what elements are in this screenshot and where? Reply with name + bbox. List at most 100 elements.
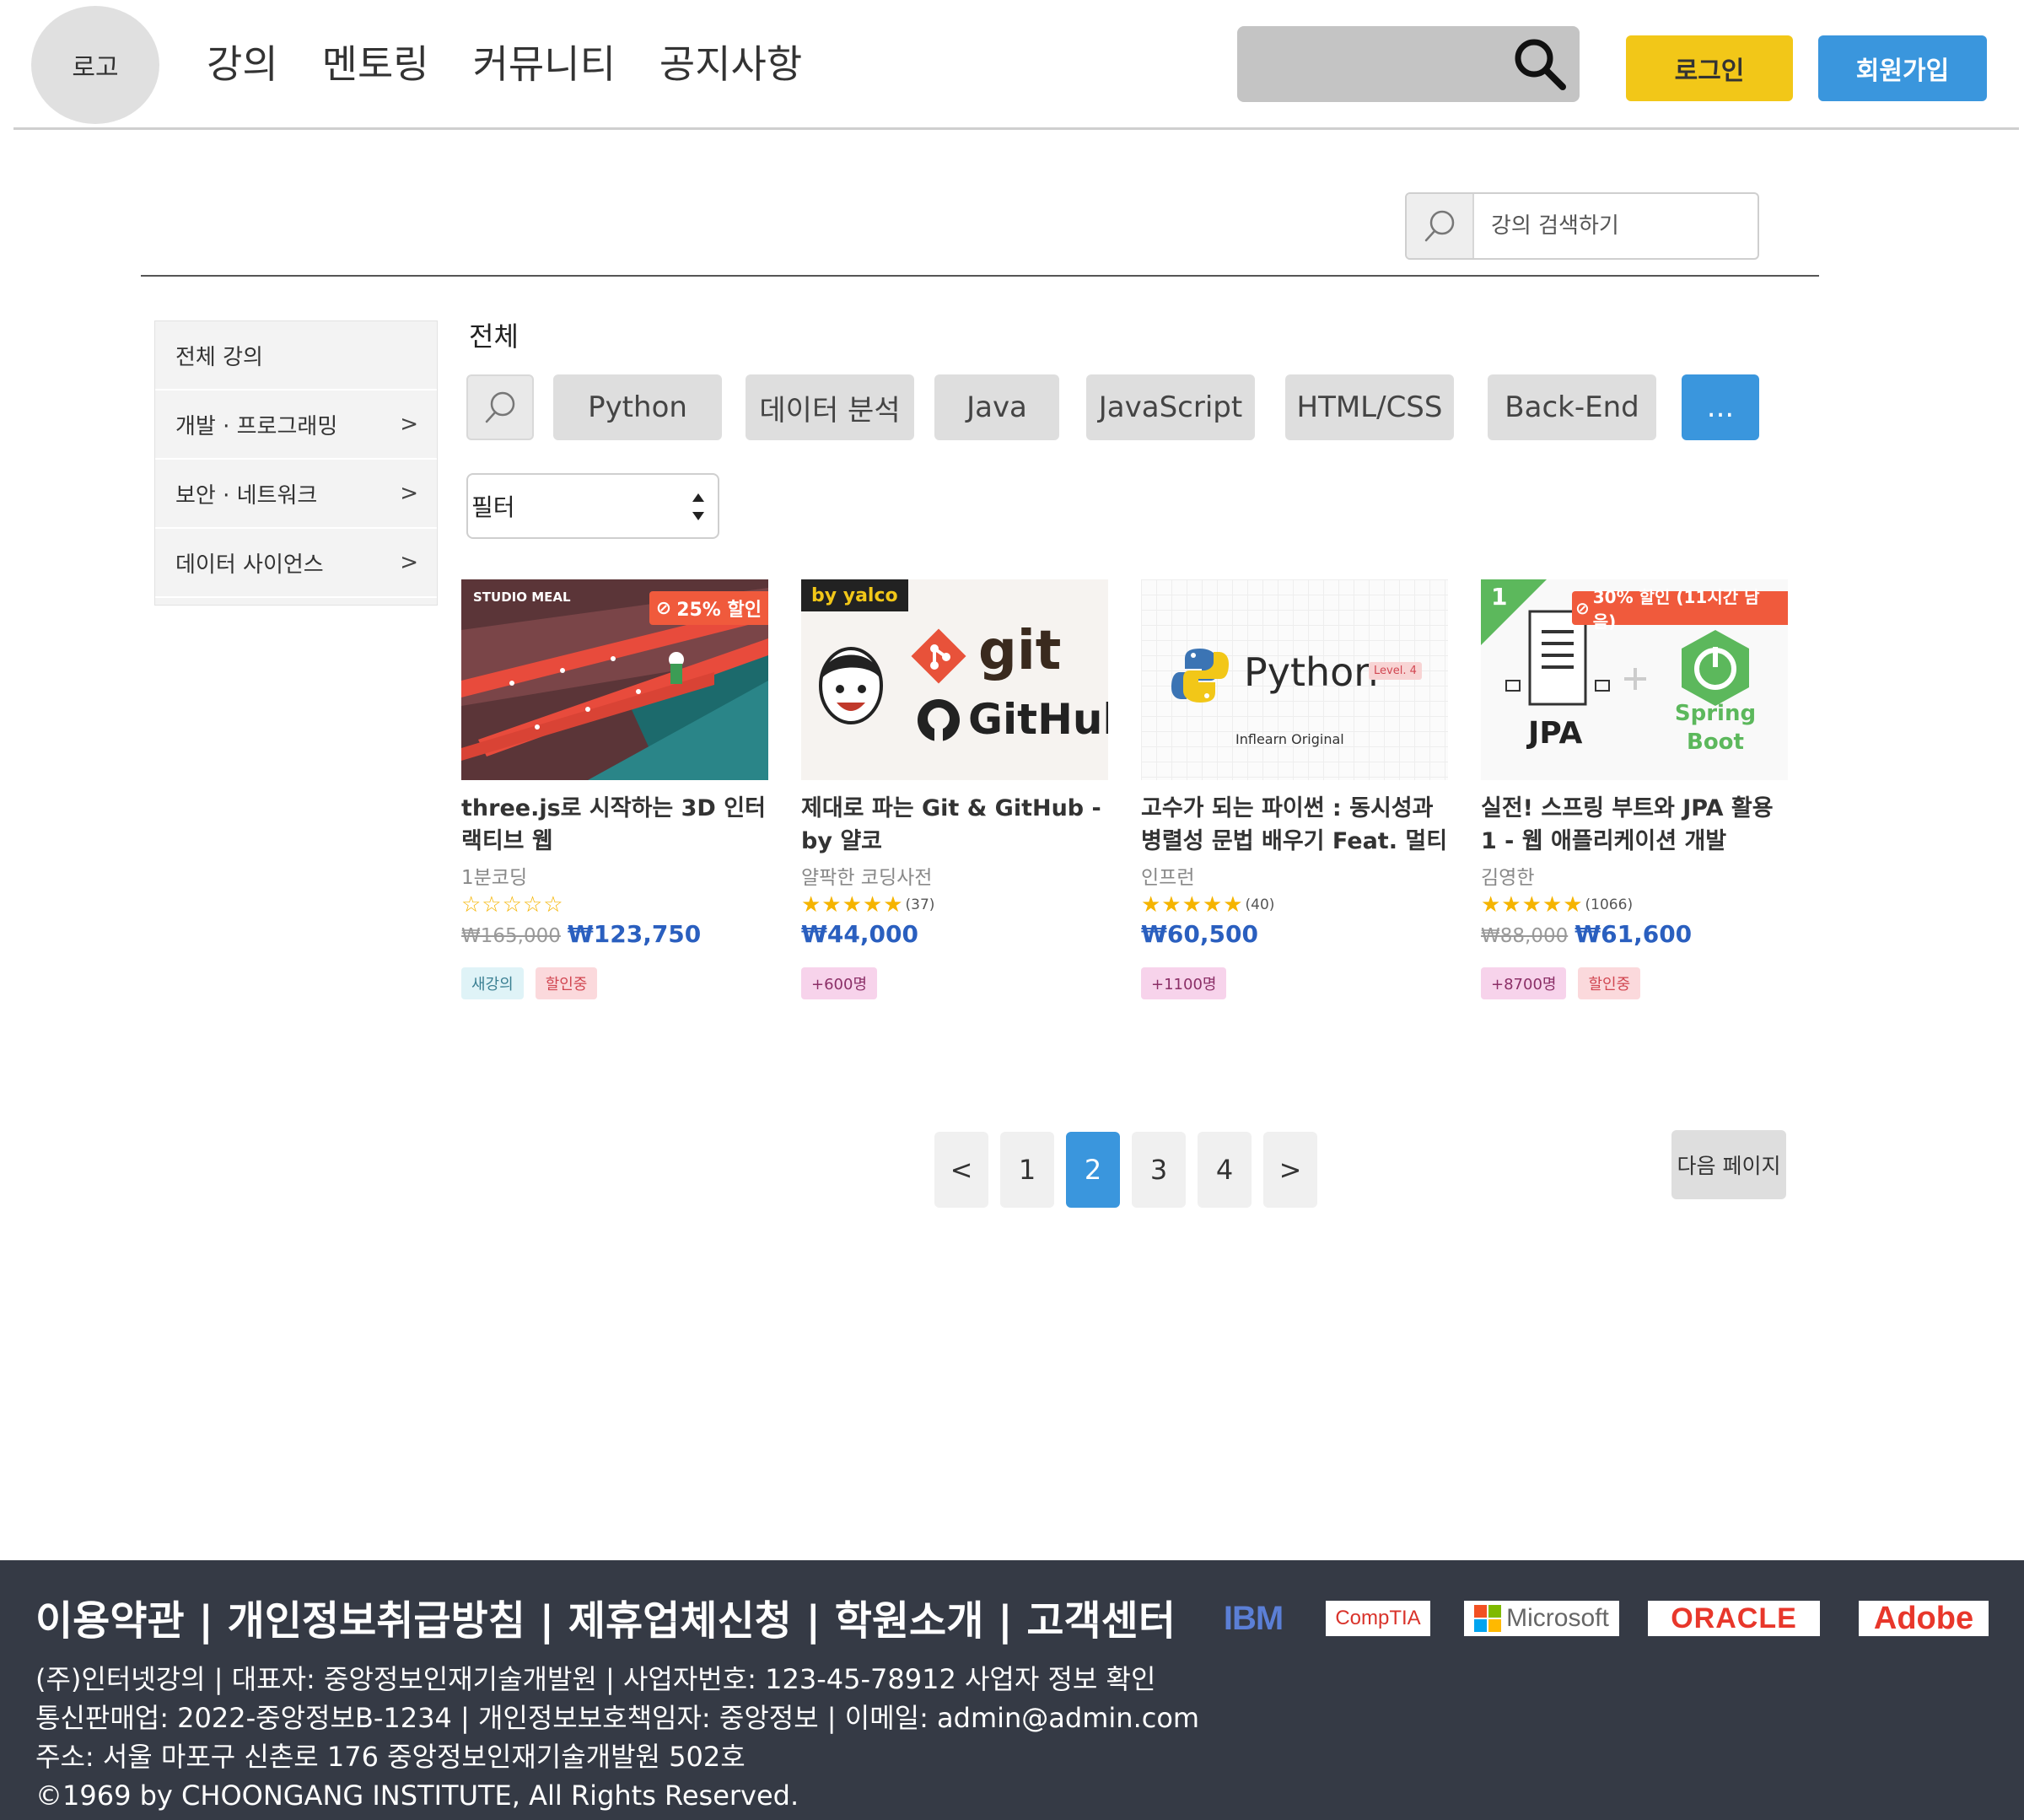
nav-community[interactable]: 커뮤니티 [473,34,616,89]
sidebar-item-all[interactable]: 전체 강의 [155,321,437,390]
course-title[interactable]: 제대로 파는 Git & GitHub - by 얄코 [801,792,1108,858]
course-thumbnail[interactable]: 1 JPA Spring Boot ⊘ 30% 할인 (11시간 남음) [1481,579,1788,780]
adobe-logo: Adobe [1859,1601,1989,1636]
course-price: ₩88,000 ₩61,600 [1481,920,1788,957]
tag-search-button[interactable] [466,374,534,440]
python-logo-icon [1171,649,1229,703]
sidebar-item-development[interactable]: 개발 · 프로그래밍 > [155,390,437,460]
tag-more-button[interactable]: ... [1682,374,1759,440]
tag-html-css[interactable]: HTML/CSS [1285,374,1454,440]
course-card[interactable]: STUDIO MEAL ⊘ 25% 할인 three.js로 시작하는 3D 인… [461,579,768,999]
tag-data-analysis[interactable]: 데이터 분석 [746,374,914,440]
footer-copyright: ©1969 by CHOONGANG INSTITUTE, All Rights… [35,1780,799,1812]
next-page-button[interactable]: 다음 페이지 [1671,1130,1786,1199]
signup-button[interactable]: 회원가입 [1818,35,1987,101]
sale-price: ₩44,000 [801,920,918,948]
discount-icon: ⊘ [655,597,672,619]
nav-lectures[interactable]: 강의 [207,34,278,89]
pagination-page-4[interactable]: 4 [1198,1132,1252,1208]
pagination-page-1[interactable]: 1 [1000,1132,1054,1208]
tag-back-end[interactable]: Back-End [1488,374,1656,440]
course-thumbnail[interactable]: STUDIO MEAL ⊘ 25% 할인 [461,579,768,780]
course-thumbnail[interactable]: Python Level. 4 Inflearn Original [1141,579,1448,780]
comptia-logo: CompTIA [1326,1601,1430,1636]
footer-info-line: (주)인터넷강의 | 대표자: 중앙정보인재기술개발원 | 사업자번호: 123… [35,1663,1156,1695]
microsoft-text: Microsoft [1506,1604,1609,1632]
site-header: 로고 강의 멘토링 커뮤니티 공지사항 로그인 회원가입 [0,0,2024,132]
discount-ribbon: ⊘ 25% 할인 [649,591,768,625]
course-badges: +600명 [801,967,1108,999]
python-title-text: Python [1244,649,1379,695]
course-price: ₩60,500 [1141,920,1448,957]
student-count-badge: +8700명 [1481,967,1567,999]
chevron-right-icon: > [400,550,418,575]
course-author: 김영한 [1481,867,1535,889]
oracle-logo: ORACLE [1648,1601,1820,1636]
student-count-badge: +1100명 [1141,967,1227,999]
rank-number: 1 [1491,583,1508,611]
search-icon [485,391,515,423]
sidebar-item-label: 개발 · 프로그래밍 [175,413,338,439]
category-sidebar: 전체 강의 개발 · 프로그래밍 > 보안 · 네트워크 > 데이터 사이언스 … [154,320,438,606]
course-search-icon-box[interactable] [1407,194,1474,258]
chevron-right-icon: > [400,481,418,506]
thumbnail-brand-tag: by yalco [801,579,908,611]
site-footer: 이용약관 | 개인정보취급방침 | 제휴업체신청 | 학원소개 | 고객센터 I… [0,1560,2024,1820]
jpa-text: JPA [1528,716,1583,751]
review-count: (37) [905,897,935,913]
course-search-box [1405,192,1759,260]
new-course-badge: 새강의 [461,967,524,999]
site-logo[interactable]: 로고 [31,6,159,124]
course-author: 인프런 [1141,867,1195,889]
star-rating-icon: ★★★★★ [801,892,904,918]
thumbnail-brand-text: by yalco [811,584,898,606]
pagination-page-3[interactable]: 3 [1132,1132,1186,1208]
sidebar-item-data-science[interactable]: 데이터 사이언스 > [155,529,437,598]
sidebar-item-security[interactable]: 보안 · 네트워크 > [155,460,437,529]
inflearn-brand-text: Inflearn Original [1235,731,1344,747]
course-title[interactable]: three.js로 시작하는 3D 인터랙티브 웹 [461,792,768,858]
github-text: GitHub [968,695,1108,744]
course-card[interactable]: 1 JPA Spring Boot ⊘ 30% 할인 (11시간 남음) 실전!… [1481,579,1788,999]
category-title: 전체 [469,320,519,353]
course-title[interactable]: 고수가 되는 파이썬 : 동시성과 병렬성 문법 배우기 Feat. 멀티스… [1141,792,1448,858]
tag-java[interactable]: Java [934,374,1059,440]
spring-boot-text: Spring Boot [1674,701,1757,755]
search-icon[interactable] [1512,36,1568,92]
course-thumbnail[interactable]: by yalco git GitHub [801,579,1108,780]
footer-company-info: (주)인터넷강의 | 대표자: 중앙정보인재기술개발원 | 사업자번호: 123… [35,1660,1199,1815]
ibm-logo: IBM [1223,1599,1284,1637]
git-logo-icon [911,628,966,684]
star-rating-icon: ★★★★★ [1481,892,1584,918]
nav-notice[interactable]: 공지사항 [659,34,802,89]
course-title[interactable]: 실전! 스프링 부트와 JPA 활용1 - 웹 애플리케이션 개발 [1481,792,1788,858]
course-card[interactable]: by yalco git GitHub 제대로 파는 Git & GitHub … [801,579,1108,999]
tag-javascript[interactable]: JavaScript [1086,374,1255,440]
discount-ribbon: ⊘ 30% 할인 (11시간 남음) [1572,587,1788,632]
filter-select[interactable]: 필터 [466,473,719,539]
sale-price: ₩60,500 [1141,920,1258,948]
pagination-next-button[interactable]: > [1263,1132,1317,1208]
nav-mentoring[interactable]: 멘토링 [322,34,429,89]
main-nav: 강의 멘토링 커뮤니티 공지사항 [207,34,802,89]
login-button[interactable]: 로그인 [1626,35,1793,101]
course-price: ₩165,000 ₩123,750 [461,920,768,957]
review-count: (1066) [1585,897,1634,913]
course-search-input[interactable] [1491,209,1744,243]
github-logo-icon [918,699,960,741]
discount-text: 30% 할인 (11시간 남음) [1592,587,1760,632]
original-price: ₩88,000 [1481,925,1569,947]
footer-links[interactable]: 이용약관 | 개인정보취급방침 | 제휴업체신청 | 학원소개 | 고객센터 [35,1587,1176,1646]
tag-python[interactable]: Python [553,374,722,440]
pagination-page-2[interactable]: 2 [1066,1132,1120,1208]
header-divider [13,127,2019,130]
student-count-badge: +600명 [801,967,877,999]
course-price: ₩44,000 [801,920,1108,957]
course-card[interactable]: Python Level. 4 Inflearn Original 고수가 되는… [1141,579,1448,999]
on-sale-badge: 할인중 [1578,967,1641,999]
course-rating: ★★★★★ (1066) [1481,890,1788,920]
thumbnail-brand-text: STUDIO MEAL [473,590,571,605]
header-search-bar[interactable] [1237,26,1580,102]
pagination-prev-button[interactable]: < [934,1132,988,1208]
mascot-face-icon [819,647,883,724]
